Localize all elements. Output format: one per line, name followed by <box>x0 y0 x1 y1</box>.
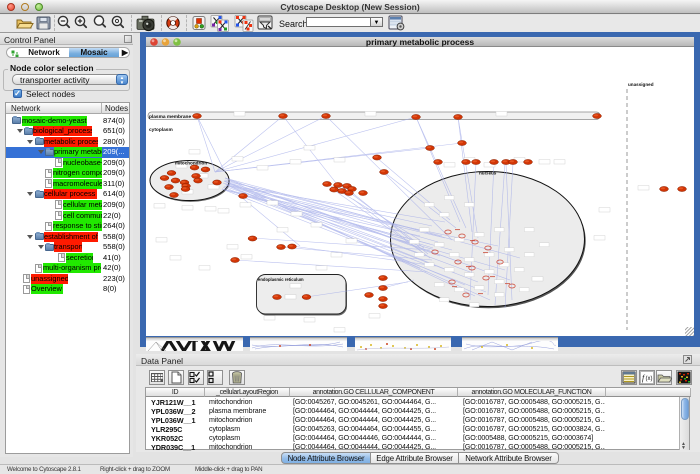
svg-text:endoplasmic reticulum: endoplasmic reticulum <box>258 277 304 282</box>
svg-text:(x): (x) <box>646 376 653 382</box>
svg-text:cytoplasm: cytoplasm <box>149 127 173 133</box>
svg-text:mitochondrion: mitochondrion <box>175 161 207 166</box>
svg-text:unassigned: unassigned <box>628 82 654 87</box>
svg-text:plasma membrane: plasma membrane <box>149 114 191 120</box>
svg-text:nucleus: nucleus <box>479 171 497 176</box>
